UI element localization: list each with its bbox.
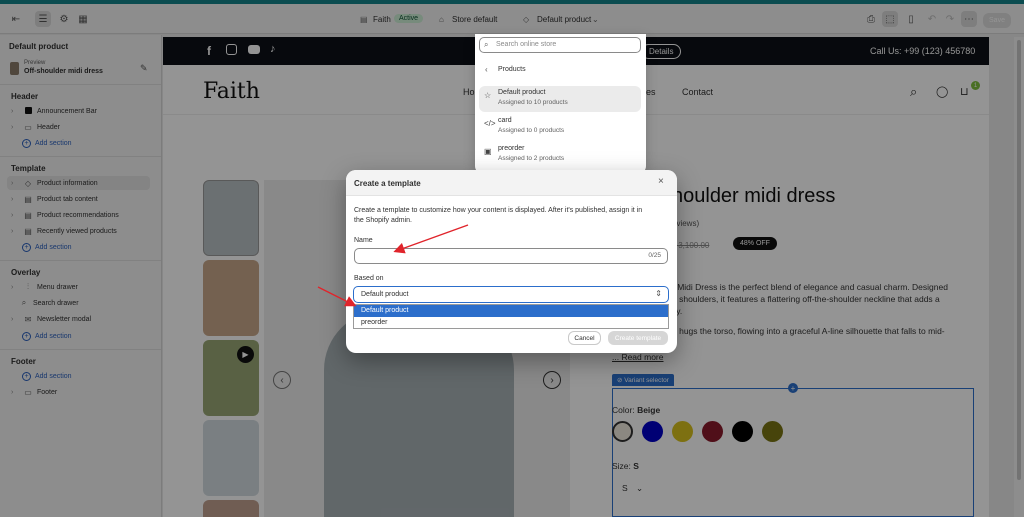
annotation-arrow (317, 286, 357, 307)
annotation-arrows (317, 224, 469, 307)
annotation-arrow (393, 224, 469, 254)
